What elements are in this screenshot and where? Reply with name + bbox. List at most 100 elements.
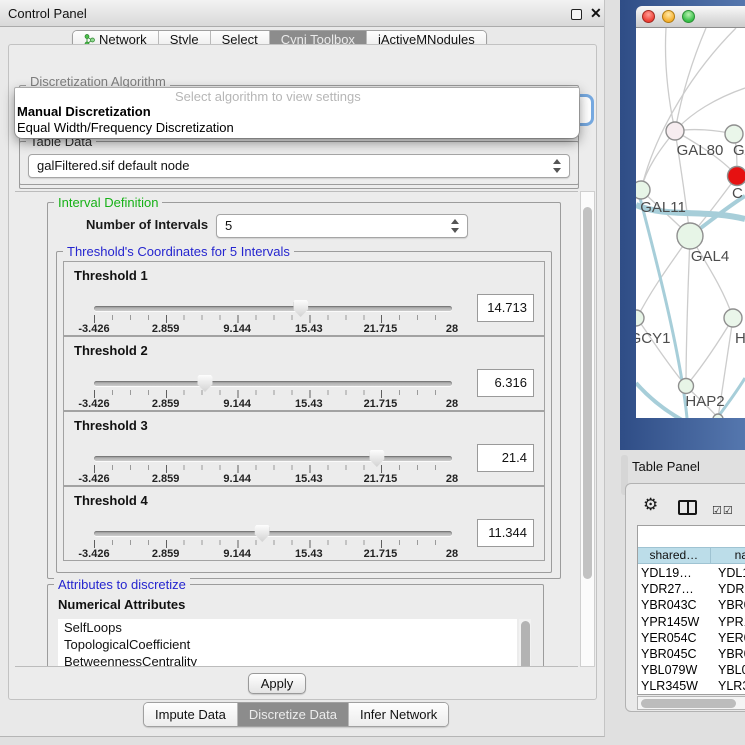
threshold-slider[interactable]: -3.426 2.859 9.144 15.43 21.715 28 (94, 527, 452, 559)
table-cell[interactable]: YER0 (712, 630, 745, 646)
threshold-value-field[interactable]: 6.316 (477, 369, 534, 397)
tick-label: 21.715 (364, 323, 398, 335)
slider-track[interactable] (94, 306, 452, 311)
table-cell[interactable]: YPR1 (712, 614, 745, 630)
node-attribute-table[interactable]: shared… na YDL19…YDL1 YDR27…YDR2 YBR043C… (637, 525, 745, 695)
table-row[interactable]: YDR27…YDR2 (638, 581, 745, 597)
table-cell[interactable]: YDR27… (638, 581, 712, 597)
list-item[interactable]: TopologicalCoefficient (58, 636, 517, 653)
list-item[interactable]: SelfLoops (58, 619, 517, 636)
table-cell[interactable]: YBR0 (712, 597, 745, 613)
table-cell[interactable]: YDR2 (712, 581, 745, 597)
scrollbar-thumb[interactable] (521, 621, 530, 667)
tick-label: 9.144 (223, 548, 251, 560)
threshold-label: Threshold 2 (74, 343, 148, 358)
threshold-panel-3: Threshold 3 -3.426 2.859 9.144 15.43 (63, 411, 545, 486)
table-cell[interactable]: YPR145W (638, 614, 712, 630)
tick-label: 9.144 (223, 323, 251, 335)
scrollbar-thumb[interactable] (641, 699, 736, 708)
table-data-combobox[interactable]: galFiltered.sif default node (28, 154, 570, 178)
table-cell[interactable]: YIL052C (638, 695, 712, 696)
tick-label: 9.144 (223, 398, 251, 410)
node-red-selected[interactable] (728, 167, 745, 186)
algorithm-dropdown-popup: Select algorithm to view settings Manual… (15, 88, 579, 138)
numerical-attributes-label: Numerical Attributes (58, 597, 185, 612)
checkbox-icons[interactable]: ☑☑ (712, 504, 734, 517)
table-cell[interactable]: YER054C (638, 630, 712, 646)
slider-track[interactable] (94, 456, 452, 461)
gear-icon[interactable]: ⚙ (643, 495, 658, 515)
node-bottom[interactable] (713, 414, 723, 418)
node-hap2[interactable] (679, 379, 694, 394)
control-panel-titlebar[interactable]: Control Panel ✕ (0, 0, 604, 27)
table-cell[interactable]: YDL19… (638, 565, 712, 581)
table-row[interactable]: YIL052CYIL0 (638, 695, 745, 696)
threshold-value-field[interactable]: 14.713 (477, 294, 534, 322)
tick-label: 2.859 (152, 398, 180, 410)
traffic-light-zoom-icon[interactable] (682, 10, 695, 23)
tab-impute-data[interactable]: Impute Data (144, 703, 238, 726)
table-cell[interactable]: YBR043C (638, 597, 712, 613)
apply-button[interactable]: Apply (248, 673, 306, 694)
threshold-label: Threshold 3 (74, 418, 148, 433)
table-row[interactable]: YBL079WYBL0 (638, 662, 745, 678)
node-gcy1[interactable] (636, 310, 644, 326)
dropdown-option-manual-discretization[interactable]: Manual Discretization (17, 104, 151, 119)
float-window-icon[interactable] (571, 9, 582, 20)
table-row[interactable]: YPR145WYPR1 (638, 614, 745, 630)
tick-label: -3.426 (78, 323, 109, 335)
traffic-light-close-icon[interactable] (642, 10, 655, 23)
numerical-attributes-list[interactable]: SelfLoops TopologicalCoefficient Between… (58, 619, 517, 667)
window-title: Control Panel (8, 6, 87, 21)
table-row[interactable]: YBR043CYBR0 (638, 597, 745, 613)
scrollbar-thumb[interactable] (583, 207, 592, 579)
table-cell[interactable]: YBR045C (638, 646, 712, 662)
network-canvas[interactable]: GAL80 GA C GAL11 GAL4 GCY1 H HAP2 (636, 28, 745, 418)
table-cell[interactable]: YBL079W (638, 662, 712, 678)
settings-scroll-viewport: Interval Definition Number of Intervals … (15, 191, 578, 667)
threshold-slider[interactable]: -3.426 2.859 9.144 15.43 21.715 28 (94, 302, 452, 334)
list-item[interactable]: BetweennessCentrality (58, 653, 517, 667)
table-cell[interactable]: YLR345W (638, 678, 712, 694)
close-icon[interactable]: ✕ (590, 5, 602, 22)
split-columns-icon[interactable] (678, 500, 697, 515)
table-row[interactable]: YBR045CYBR0 (638, 646, 745, 662)
threshold-slider[interactable]: -3.426 2.859 9.144 15.43 21.715 28 (94, 377, 452, 409)
node-gal4[interactable] (677, 223, 703, 249)
node-top-right[interactable] (725, 125, 743, 143)
column-header-shared-name[interactable]: shared… (638, 548, 711, 563)
tick-label: 21.715 (364, 398, 398, 410)
list-scrollbar[interactable] (519, 619, 531, 667)
node-gal80[interactable] (666, 122, 684, 140)
table-panel: ⚙ ☑☑ shared… na YDL19…YDL1 YDR27…YDR2 YB… (625, 483, 745, 712)
slider-track[interactable] (94, 381, 452, 386)
table-cell[interactable]: YBL0 (712, 662, 745, 678)
table-horizontal-scrollbar[interactable] (637, 696, 745, 710)
network-window-titlebar[interactable] (636, 6, 745, 28)
tab-discretize-data[interactable]: Discretize Data (238, 703, 349, 726)
tab-label: Impute Data (155, 703, 226, 726)
threshold-value-field[interactable]: 11.344 (477, 519, 534, 547)
slider-track[interactable] (94, 531, 452, 536)
dropdown-option-equal-width-frequency[interactable]: Equal Width/Frequency Discretization (17, 120, 234, 135)
table-cell[interactable]: YIL0 (712, 695, 745, 696)
threshold-value-field[interactable]: 21.4 (477, 444, 534, 472)
table-row[interactable]: YLR345WYLR3 (638, 678, 745, 694)
number-of-intervals-combobox[interactable]: 5 (216, 214, 468, 238)
table-row[interactable]: YER054CYER0 (638, 630, 745, 646)
table-cell[interactable]: YDL1 (712, 565, 745, 581)
tick-label: -3.426 (78, 473, 109, 485)
threshold-slider[interactable]: -3.426 2.859 9.144 15.43 21.715 28 (94, 452, 452, 484)
table-cell[interactable]: YBR0 (712, 646, 745, 662)
tick-label: 2.859 (152, 323, 180, 335)
table-cell[interactable]: YLR3 (712, 678, 745, 694)
traffic-light-minimize-icon[interactable] (662, 10, 675, 23)
attributes-group: Attributes to discretize Numerical Attri… (47, 584, 544, 667)
network-view-window: GAL80 GA C GAL11 GAL4 GCY1 H HAP2 (620, 0, 745, 450)
column-header-name[interactable]: na (711, 548, 745, 563)
table-row[interactable]: YDL19…YDL1 (638, 565, 745, 581)
node-h[interactable] (724, 309, 742, 327)
node-gal11[interactable] (636, 181, 650, 199)
panel-scrollbar[interactable] (580, 191, 595, 667)
tab-infer-network[interactable]: Infer Network (349, 703, 448, 726)
